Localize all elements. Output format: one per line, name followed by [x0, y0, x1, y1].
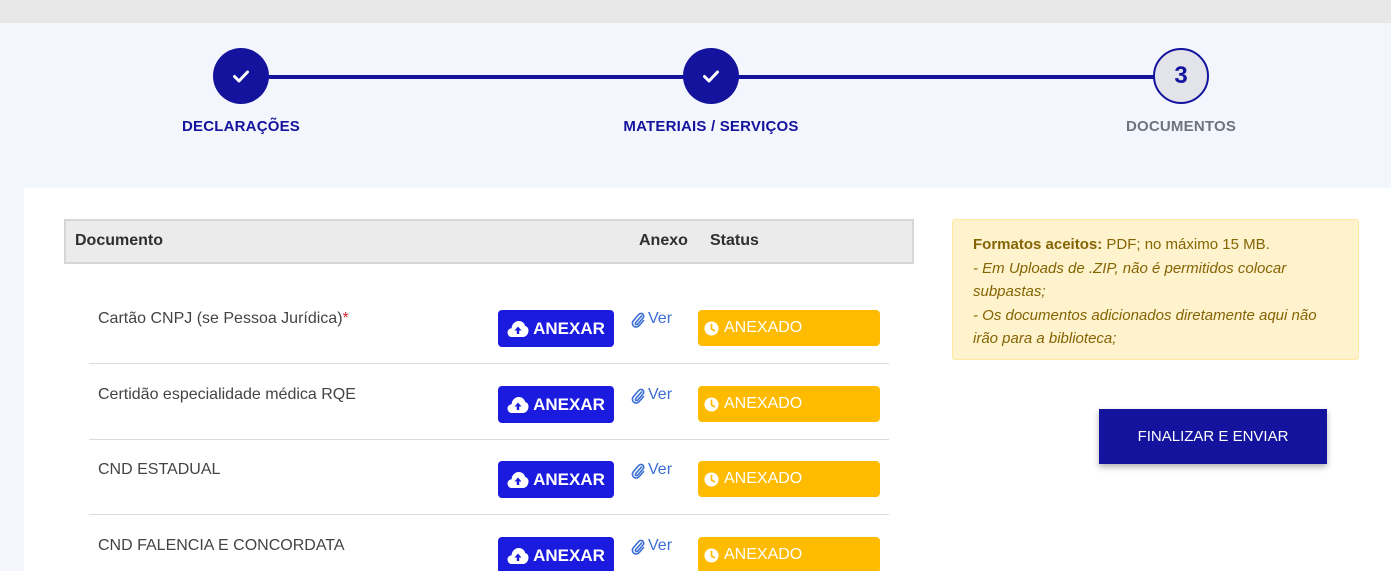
document-name: Cartão CNPJ (se Pessoa Jurídica)* [98, 310, 349, 327]
cloud-upload-icon [507, 396, 529, 413]
attach-button[interactable]: ANEXAR [498, 461, 614, 498]
attach-button-label: ANEXAR [533, 318, 605, 338]
attach-button[interactable]: ANEXAR [498, 386, 614, 423]
step-3-label: DOCUMENTOS [1125, 118, 1237, 135]
document-name: CND ESTADUAL [98, 461, 221, 478]
clock-icon [704, 320, 719, 336]
stepper-line-1 [241, 75, 711, 79]
step-2-label: MATERIAIS / SERVIÇOS [623, 118, 799, 135]
status-badge: ANEXADO [698, 310, 880, 346]
table-row: CND ESTADUAL ANEXAR Ver ANEXADO [89, 439, 889, 515]
step-2-circle[interactable] [683, 48, 739, 104]
view-link-label: Ver [648, 310, 673, 327]
info-title: Formatos aceitos: [973, 236, 1103, 253]
attach-button-label: ANEXAR [533, 394, 605, 414]
finalize-submit-button[interactable]: FINALIZAR E ENVIAR [1099, 409, 1327, 464]
table-row: Certidão especialidade médica RQE ANEXAR… [89, 364, 889, 440]
view-link[interactable]: Ver [631, 386, 672, 404]
status-badge: ANEXADO [698, 461, 880, 497]
step-3-number: 3 [1174, 62, 1188, 89]
stepper-line-2 [711, 75, 1181, 79]
step-1-circle[interactable] [213, 48, 269, 104]
check-icon [703, 70, 719, 82]
step-1-label: DECLARAÇÕES [181, 118, 301, 135]
info-line-1: - Em Uploads de .ZIP, não é permitidos c… [973, 259, 1287, 301]
view-link[interactable]: Ver [631, 461, 672, 479]
documents-panel: Documento Anexo Status Cartão CNPJ (se P… [24, 188, 1391, 571]
table-row: CND FALENCIA E CONCORDATA ANEXAR Ver ANE… [89, 515, 889, 571]
paperclip-icon [631, 463, 645, 479]
view-link-label: Ver [648, 386, 673, 403]
status-text: ANEXADO [724, 470, 803, 487]
header-documento: Documento [75, 232, 163, 249]
paperclip-icon [631, 312, 645, 328]
document-name: Certidão especialidade médica RQE [98, 386, 356, 403]
table-row: Cartão CNPJ (se Pessoa Jurídica)* ANEXAR… [89, 288, 889, 364]
clock-icon [704, 547, 719, 563]
cloud-upload-icon [507, 320, 529, 337]
clock-icon [704, 471, 719, 487]
status-text: ANEXADO [724, 395, 803, 412]
attach-button-label: ANEXAR [533, 469, 605, 489]
paperclip-icon [631, 539, 645, 555]
view-link-label: Ver [648, 537, 673, 554]
top-bar [0, 0, 1391, 23]
progress-stepper: DECLARAÇÕES MATERIAIS / SERVIÇOS 3 DOCUM… [0, 23, 1391, 188]
clock-icon [704, 396, 719, 412]
view-link-label: Ver [648, 461, 673, 478]
info-line-2: - Os documentos adicionados diretamente … [973, 306, 1317, 348]
status-badge: ANEXADO [698, 386, 880, 422]
status-text: ANEXADO [724, 546, 803, 563]
attach-button[interactable]: ANEXAR [498, 310, 614, 347]
formats-info-box: Formatos aceitos: PDF; no máximo 15 MB. … [952, 219, 1359, 360]
check-icon [233, 70, 249, 82]
table-header: Documento Anexo Status [64, 219, 914, 264]
status-badge: ANEXADO [698, 537, 880, 571]
header-status: Status [710, 232, 759, 249]
header-anexo: Anexo [639, 232, 688, 249]
step-3-circle[interactable]: 3 [1153, 48, 1209, 104]
view-link[interactable]: Ver [631, 537, 672, 555]
document-name: CND FALENCIA E CONCORDATA [98, 537, 345, 554]
view-link[interactable]: Ver [631, 310, 672, 328]
paperclip-icon [631, 388, 645, 404]
attach-button-label: ANEXAR [533, 545, 605, 565]
status-text: ANEXADO [724, 319, 803, 336]
info-formats: PDF; no máximo 15 MB. [1102, 236, 1270, 253]
cloud-upload-icon [507, 547, 529, 564]
attach-button[interactable]: ANEXAR [498, 537, 614, 571]
cloud-upload-icon [507, 471, 529, 488]
required-mark: * [342, 310, 349, 327]
